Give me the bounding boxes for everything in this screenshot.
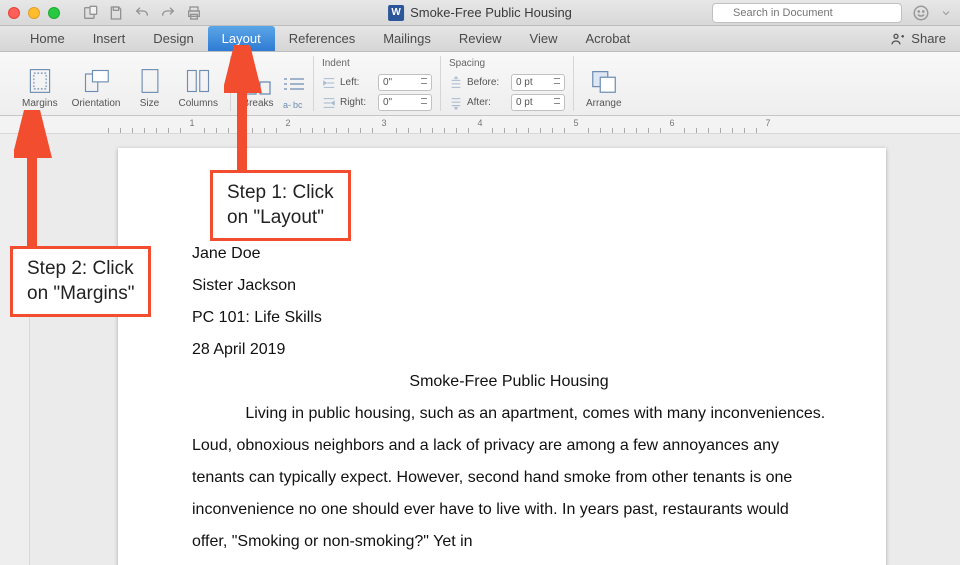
indent-left-icon [322, 76, 336, 90]
columns-label: Columns [179, 98, 218, 109]
undo-icon[interactable] [134, 5, 150, 21]
callout-step2: Step 2: Click on "Margins" [10, 246, 151, 317]
margins-label: Margins [22, 98, 58, 109]
spacing-before-label: Before: [467, 77, 507, 88]
word-icon: W [388, 5, 404, 21]
window-controls [8, 7, 60, 19]
margins-button[interactable]: Margins [18, 64, 62, 111]
spacing-before-icon [449, 76, 463, 90]
orientation-icon [82, 67, 110, 95]
arrange-icon [589, 66, 619, 96]
redo-icon[interactable] [160, 5, 176, 21]
tab-view[interactable]: View [516, 26, 572, 51]
spacing-after-icon [449, 96, 463, 110]
orientation-button[interactable]: Orientation [68, 64, 125, 111]
arrow-step1 [224, 45, 264, 173]
document-title: W Smoke-Free Public Housing [388, 5, 572, 21]
horizontal-ruler[interactable]: 1 2 3 4 5 6 7 [0, 116, 960, 134]
share-button[interactable]: Share [890, 26, 946, 51]
spacing-group: Spacing Before: 0 pt After: 0 pt [441, 56, 574, 111]
indent-right-label: Right: [340, 97, 374, 108]
size-icon [139, 67, 161, 95]
quick-access-toolbar [82, 5, 202, 21]
minimize-window[interactable] [28, 7, 40, 19]
callout-step1: Step 1: Click on "Layout" [210, 170, 351, 241]
tab-mailings[interactable]: Mailings [369, 26, 445, 51]
doc-line-name: Jane Doe [192, 238, 826, 270]
ribbon-tabs: Home Insert Design Layout References Mai… [0, 26, 960, 52]
doc-title: Smoke-Free Public Housing [192, 366, 826, 398]
expand-icon[interactable] [940, 4, 952, 22]
arrow-step2 [14, 110, 54, 250]
title-text: Smoke-Free Public Housing [410, 5, 572, 20]
tab-design[interactable]: Design [139, 26, 207, 51]
size-button[interactable]: Size [131, 64, 169, 111]
ruler-mark: 2 [285, 118, 290, 128]
title-bar: W Smoke-Free Public Housing [0, 0, 960, 26]
svg-text:a-: a- [283, 100, 291, 110]
doc-paragraph: Living in public housing, such as an apa… [192, 398, 826, 558]
spacing-header: Spacing [449, 58, 565, 69]
spacing-after-input[interactable]: 0 pt [511, 94, 565, 111]
print-icon[interactable] [186, 5, 202, 21]
doc-line-date: 28 April 2019 [192, 334, 826, 366]
ribbon: Margins Orientation Size Columns Breaks … [0, 52, 960, 116]
indent-group: Indent Left: 0" Right: 0" [314, 56, 441, 111]
spacing-after-label: After: [467, 97, 507, 108]
share-icon [890, 31, 906, 47]
tab-acrobat[interactable]: Acrobat [571, 26, 644, 51]
doc-line-instructor: Sister Jackson [192, 270, 826, 302]
indent-left-input[interactable]: 0" [378, 74, 432, 91]
columns-icon [184, 67, 212, 95]
arrange-button[interactable]: Arrange [582, 64, 626, 111]
search-box[interactable] [712, 3, 902, 23]
search-input[interactable] [712, 3, 902, 23]
line-numbers-icon[interactable] [283, 77, 305, 91]
hyphenation-icon[interactable]: a-bc [283, 97, 305, 111]
ruler-mark: 5 [573, 118, 578, 128]
doc-line-course: PC 101: Life Skills [192, 302, 826, 334]
save-icon[interactable] [108, 5, 124, 21]
tab-home[interactable]: Home [16, 26, 79, 51]
size-label: Size [140, 98, 159, 109]
autosave-icon[interactable] [82, 5, 98, 21]
arrange-label: Arrange [586, 98, 622, 109]
ruler-mark: 6 [669, 118, 674, 128]
indent-left-label: Left: [340, 77, 374, 88]
ruler-mark: 3 [381, 118, 386, 128]
close-window[interactable] [8, 7, 20, 19]
columns-button[interactable]: Columns [175, 64, 222, 111]
tab-insert[interactable]: Insert [79, 26, 140, 51]
indent-right-icon [322, 96, 336, 110]
feedback-icon[interactable] [912, 4, 930, 22]
share-label: Share [911, 31, 946, 46]
svg-text:bc: bc [293, 100, 303, 110]
tab-references[interactable]: References [275, 26, 369, 51]
ruler-mark: 1 [189, 118, 194, 128]
margins-icon [26, 67, 54, 95]
document-area: Jane Doe Sister Jackson PC 101: Life Ski… [0, 134, 960, 565]
ruler-mark: 7 [765, 118, 770, 128]
orientation-label: Orientation [72, 98, 121, 109]
tab-review[interactable]: Review [445, 26, 516, 51]
ruler-mark: 4 [477, 118, 482, 128]
indent-header: Indent [322, 58, 432, 69]
spacing-before-input[interactable]: 0 pt [511, 74, 565, 91]
indent-right-input[interactable]: 0" [378, 94, 432, 111]
zoom-window[interactable] [48, 7, 60, 19]
